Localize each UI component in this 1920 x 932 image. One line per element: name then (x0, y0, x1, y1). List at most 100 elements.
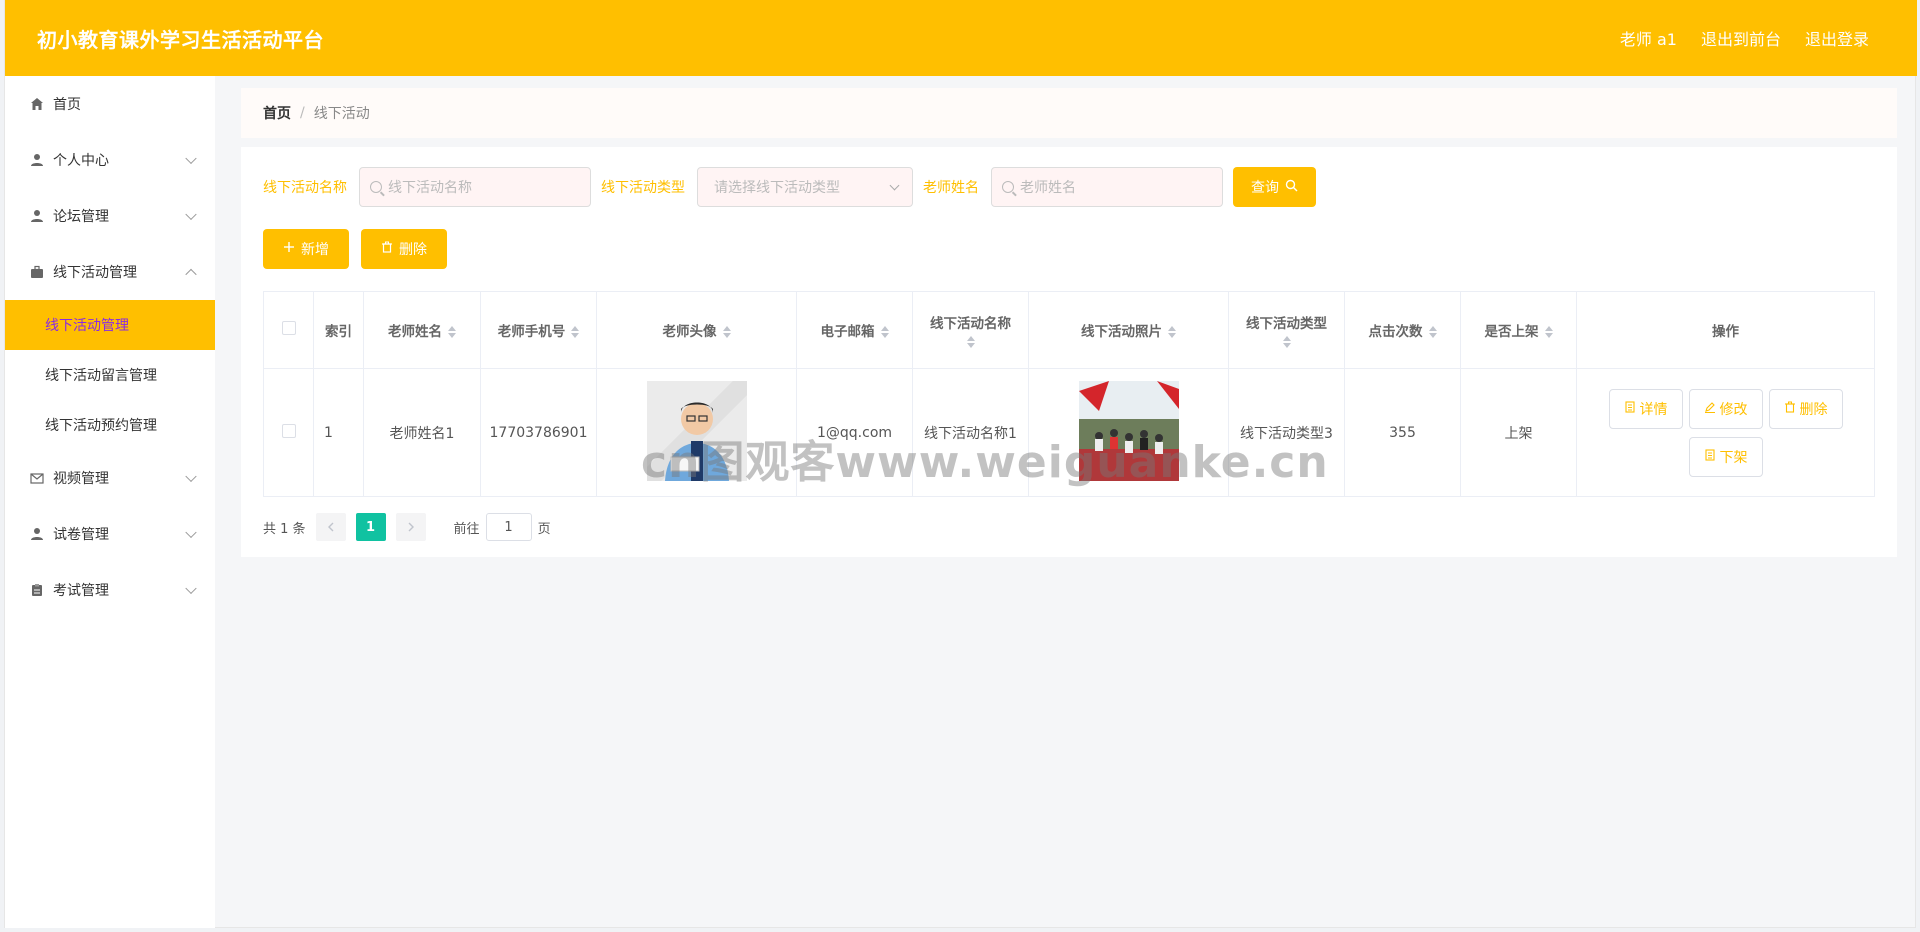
col-clicks[interactable]: 点击次数 (1344, 291, 1461, 369)
take-down-button[interactable]: 下架 (1688, 436, 1763, 477)
cell-index: 1 (313, 368, 364, 497)
cell-activity-name: 线下活动名称1 (912, 368, 1029, 497)
activity-type-placeholder: 请选择线下活动类型 (714, 180, 840, 196)
sidebar-item-home[interactable]: 首页 (5, 76, 215, 132)
back-to-front-link[interactable]: 退出到前台 (1701, 26, 1781, 50)
detail-button[interactable]: 详情 (1608, 388, 1683, 429)
logout-link[interactable]: 退出登录 (1805, 26, 1869, 50)
sidebar-item-exam[interactable]: 考试管理 (5, 562, 215, 618)
sort-icon[interactable] (880, 326, 889, 338)
trash-icon (381, 241, 393, 257)
sort-icon[interactable] (722, 326, 731, 338)
sidebar-subitem-activity-booking[interactable]: 线下活动预约管理 (5, 400, 215, 450)
user-icon (29, 526, 45, 542)
col-operations: 操作 (1576, 291, 1875, 369)
teacher-avatar-image[interactable] (639, 373, 754, 488)
prev-page-button[interactable] (315, 513, 346, 541)
breadcrumb: 首页 / 线下活动 (241, 88, 1897, 138)
activity-name-input[interactable]: 线下活动名称 (359, 167, 591, 207)
goto-page-input[interactable]: 1 (485, 513, 532, 541)
sidebar-item-label: 个人中心 (53, 153, 109, 169)
trash-icon (1784, 401, 1796, 417)
cell-phone: 17703786901 (480, 368, 597, 497)
document-icon (1704, 448, 1716, 465)
sidebar-item-label: 论坛管理 (53, 209, 109, 225)
col-label: 电子邮箱 (820, 324, 875, 340)
sidebar-item-offline-activity[interactable]: 线下活动管理 (5, 244, 215, 300)
teacher-name-placeholder: 老师姓名 (1020, 180, 1076, 196)
search-button-label: 查询 (1251, 180, 1279, 196)
page-number-button[interactable]: 1 (355, 513, 386, 541)
delete-button-label: 删除 (1799, 401, 1828, 418)
sidebar-item-video[interactable]: 视频管理 (5, 450, 215, 506)
col-activity-type[interactable]: 线下活动类型 (1228, 291, 1345, 369)
cell-teacher-name: 老师姓名1 (363, 368, 481, 497)
sidebar-item-label: 视频管理 (53, 471, 109, 487)
sidebar-item-label: 试卷管理 (53, 527, 109, 543)
goto-label: 前往 (453, 521, 480, 537)
add-button[interactable]: 新增 (263, 229, 349, 269)
home-icon (29, 96, 45, 112)
pagination: 共 1 条 1 前往 1 页 (263, 513, 551, 541)
col-on-shelf[interactable]: 是否上架 (1460, 291, 1577, 369)
next-page-button[interactable] (395, 513, 426, 541)
col-label: 线下活动照片 (1081, 324, 1162, 340)
search-button[interactable]: 查询 (1233, 167, 1316, 207)
document-icon (1624, 400, 1636, 417)
goto-page: 前往 1 页 (454, 513, 551, 541)
cell-clicks: 355 (1344, 368, 1461, 497)
content-card: 线下活动名称 线下活动名称 线下活动类型 请选择线下活动类型 老师姓名 老师姓名… (241, 147, 1897, 557)
sidebar-item-label: 考试管理 (53, 583, 109, 599)
activity-name-label: 线下活动名称 (263, 180, 347, 196)
sort-icon[interactable] (1282, 336, 1291, 348)
col-teacher-name[interactable]: 老师姓名 (363, 291, 481, 369)
sidebar-subitem-activity-manage[interactable]: 线下活动管理 (5, 300, 215, 350)
clipboard-icon (29, 582, 45, 598)
search-filters: 线下活动名称 线下活动名称 线下活动类型 请选择线下活动类型 老师姓名 老师姓名… (263, 167, 1316, 207)
cell-activity-photo (1028, 368, 1229, 497)
col-label: 老师头像 (662, 324, 717, 340)
row-checkbox[interactable] (281, 423, 296, 438)
chevron-down-icon (185, 152, 197, 165)
delete-button[interactable]: 删除 (1768, 388, 1843, 429)
sort-icon[interactable] (1544, 326, 1553, 338)
col-label: 点击次数 (1368, 324, 1423, 340)
sort-icon[interactable] (1168, 326, 1176, 338)
sidebar-item-forum[interactable]: 论坛管理 (5, 188, 215, 244)
batch-delete-button[interactable]: 删除 (361, 229, 447, 269)
sort-icon[interactable] (1428, 326, 1437, 338)
col-avatar[interactable]: 老师头像 (596, 291, 797, 369)
col-label: 线下活动类型 (1246, 316, 1327, 332)
sort-icon[interactable] (966, 336, 975, 348)
sidebar-subitem-activity-comments[interactable]: 线下活动留言管理 (5, 350, 215, 400)
cell-activity-type: 线下活动类型3 (1228, 368, 1345, 497)
col-phone[interactable]: 老师手机号 (480, 291, 597, 369)
chevron-down-icon (185, 470, 197, 483)
activity-type-label: 线下活动类型 (601, 180, 685, 196)
sidebar-item-exam-paper[interactable]: 试卷管理 (5, 506, 215, 562)
activity-type-select[interactable]: 请选择线下活动类型 (697, 167, 913, 207)
sidebar-item-label: 首页 (53, 97, 81, 113)
sidebar-item-personal-center[interactable]: 个人中心 (5, 132, 215, 188)
current-user[interactable]: 老师 a1 (1620, 26, 1677, 50)
chevron-down-icon (185, 526, 197, 539)
sort-icon[interactable] (448, 326, 456, 338)
chevron-down-icon (185, 582, 197, 595)
teacher-name-input[interactable]: 老师姓名 (991, 167, 1223, 207)
breadcrumb-home[interactable]: 首页 (263, 103, 291, 123)
chevron-down-icon (185, 208, 197, 221)
edit-button[interactable]: 修改 (1688, 388, 1763, 429)
delete-button-label: 删除 (399, 242, 427, 258)
col-email[interactable]: 电子邮箱 (796, 291, 913, 369)
sort-icon[interactable] (571, 326, 580, 338)
activity-photo-image[interactable] (1078, 380, 1179, 481)
top-header: 初小教育课外学习生活活动平台 老师 a1 退出到前台 退出登录 (5, 0, 1917, 76)
row-select-cell (263, 368, 314, 497)
col-activity-photo[interactable]: 线下活动照片 (1028, 291, 1229, 369)
cell-operations: 详情 修改 删除 下架 (1576, 368, 1875, 497)
activity-table: 索引 老师姓名 老师手机号 老师头像 电子邮箱 线下活动名称 线下活动照片 线下… (263, 291, 1875, 497)
col-activity-name[interactable]: 线下活动名称 (912, 291, 1029, 369)
select-all-checkbox[interactable] (281, 321, 296, 335)
app-title: 初小教育课外学习生活活动平台 (37, 27, 324, 52)
teacher-name-label: 老师姓名 (923, 180, 979, 196)
